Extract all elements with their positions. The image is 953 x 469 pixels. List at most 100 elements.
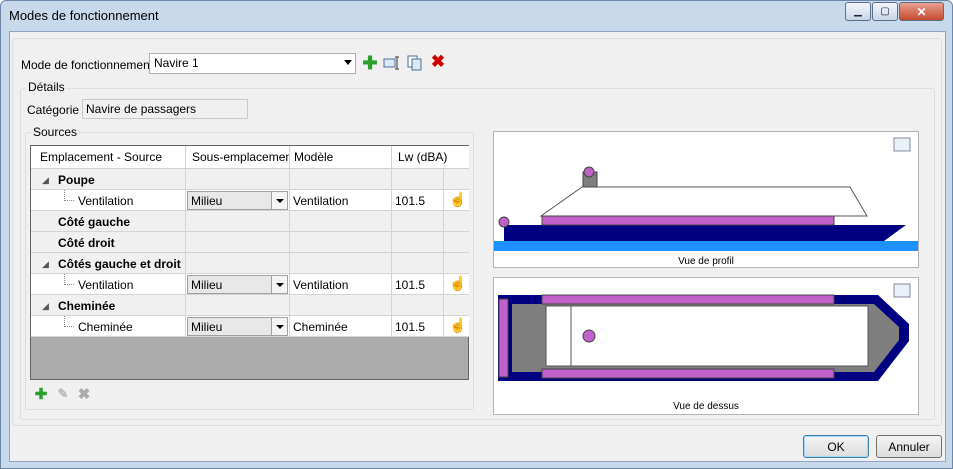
- lw-value: 101.5: [395, 320, 426, 334]
- group-cell[interactable]: ◢ Cheminée: [31, 295, 186, 315]
- hand-pointer-icon[interactable]: ☝: [449, 191, 466, 208]
- edit-source-button[interactable]: ✎: [54, 385, 72, 403]
- source-marker-funnel: [583, 166, 595, 178]
- source-cell[interactable]: Ventilation: [31, 190, 186, 210]
- col-header-lw-text: Lw (dBA): [398, 150, 448, 164]
- water-line: [494, 241, 918, 251]
- model-cell[interactable]: Ventilation: [290, 190, 392, 210]
- lw-cell[interactable]: 101.5: [392, 274, 444, 294]
- image-icon-top[interactable]: [893, 283, 911, 298]
- hand-pointer-icon[interactable]: ☝: [449, 317, 466, 334]
- group-row[interactable]: ◢ Côtés gauche et droit: [31, 253, 469, 274]
- source-marker-stern: [498, 216, 510, 228]
- image-icon[interactable]: [893, 137, 911, 152]
- group-cell-action: [444, 253, 469, 273]
- sub-location-cell[interactable]: Milieu: [186, 190, 290, 210]
- tree-line-h: [64, 326, 74, 327]
- delete-icon: ✖: [430, 52, 446, 71]
- delete-mode-button[interactable]: ✖: [429, 52, 447, 71]
- rename-mode-button[interactable]: [383, 54, 401, 72]
- sources-grid: Emplacement - Source Sous-emplacement Mo…: [30, 145, 469, 380]
- tree-line-h: [64, 284, 74, 285]
- col-header-lw[interactable]: Lw (dBA): [392, 146, 469, 168]
- action-cell[interactable]: ☝: [444, 316, 469, 336]
- chevron-down-icon[interactable]: [271, 318, 287, 335]
- col-header-sub[interactable]: Sous-emplacement: [186, 146, 290, 168]
- add-source-button[interactable]: ✚: [32, 385, 50, 403]
- add-source-icon: ✚: [34, 386, 48, 403]
- group-name: Poupe: [58, 173, 95, 187]
- sub-location-value: Milieu: [191, 278, 223, 292]
- source-cell[interactable]: Cheminée: [31, 316, 186, 336]
- group-cell-action: [444, 169, 469, 189]
- expander-icon[interactable]: ◢: [42, 175, 49, 186]
- details-legend: Détails: [26, 80, 67, 94]
- group-cell-sub: [186, 211, 290, 231]
- table-row[interactable]: Cheminée Milieu Cheminée 101.5 ☝: [31, 316, 469, 337]
- close-window-button[interactable]: ✕: [899, 2, 944, 21]
- lw-value: 101.5: [395, 194, 426, 208]
- minimize-button[interactable]: ▁: [845, 2, 871, 21]
- group-cell[interactable]: ◢ Côtés gauche et droit: [31, 253, 186, 273]
- mode-select[interactable]: Navire 1: [149, 53, 356, 74]
- lw-cell[interactable]: 101.5: [392, 190, 444, 210]
- table-row[interactable]: Ventilation Milieu Ventilation 101.5 ☝: [31, 274, 469, 295]
- action-cell[interactable]: ☝: [444, 274, 469, 294]
- group-row[interactable]: Côté gauche: [31, 211, 469, 232]
- sub-location-select[interactable]: Milieu: [187, 317, 288, 336]
- group-cell[interactable]: Côté droit: [31, 232, 186, 252]
- source-cell[interactable]: Ventilation: [31, 274, 186, 294]
- grid-header: Emplacement - Source Sous-emplacement Mo…: [31, 146, 469, 169]
- group-cell-sub: [186, 253, 290, 273]
- action-cell[interactable]: ☝: [444, 190, 469, 210]
- group-row[interactable]: ◢ Poupe: [31, 169, 469, 190]
- add-mode-button[interactable]: ✚: [361, 53, 379, 73]
- group-row[interactable]: Côté droit: [31, 232, 469, 253]
- copy-mode-button[interactable]: [406, 54, 424, 72]
- source-bar-right: [541, 368, 835, 379]
- hand-pointer-icon[interactable]: ☝: [449, 275, 466, 292]
- group-cell-sub: [186, 295, 290, 315]
- maximize-button[interactable]: ▢: [872, 2, 898, 21]
- source-bar-stern: [498, 298, 509, 378]
- chevron-down-icon[interactable]: [271, 276, 287, 293]
- group-cell[interactable]: Côté gauche: [31, 211, 186, 231]
- dialog-window: Modes de fonctionnement ▁ ▢ ✕ Mode de fo…: [0, 0, 953, 469]
- group-cell-lw: [392, 169, 444, 189]
- sub-location-select[interactable]: Milieu: [187, 191, 288, 210]
- group-name: Cheminée: [58, 299, 116, 313]
- sub-location-cell[interactable]: Milieu: [186, 316, 290, 336]
- top-caption: Vue de dessus: [673, 401, 739, 412]
- expander-icon[interactable]: ◢: [42, 259, 49, 270]
- chevron-down-icon: [344, 60, 352, 65]
- sub-location-select[interactable]: Milieu: [187, 275, 288, 294]
- table-row[interactable]: Ventilation Milieu Ventilation 101.5 ☝: [31, 190, 469, 211]
- sub-location-cell[interactable]: Milieu: [186, 274, 290, 294]
- source-bar-deck: [541, 215, 835, 226]
- lw-cell[interactable]: 101.5: [392, 316, 444, 336]
- model-cell[interactable]: Cheminée: [290, 316, 392, 336]
- group-cell[interactable]: ◢ Poupe: [31, 169, 186, 189]
- top-view-panel: [493, 277, 919, 415]
- group-cell-model: [290, 211, 392, 231]
- group-cell-model: [290, 295, 392, 315]
- group-cell-lw: [392, 211, 444, 231]
- delete-source-button[interactable]: ✖: [75, 385, 93, 403]
- mode-select-value: Navire 1: [154, 56, 199, 70]
- expander-icon[interactable]: ◢: [42, 301, 49, 312]
- close-icon: ✕: [916, 4, 927, 19]
- group-cell-action: [444, 211, 469, 231]
- ok-button[interactable]: OK: [803, 435, 869, 458]
- model-cell[interactable]: Ventilation: [290, 274, 392, 294]
- group-cell-sub: [186, 232, 290, 252]
- cancel-button[interactable]: Annuler: [876, 435, 942, 458]
- source-bar-left: [541, 294, 835, 305]
- pencil-icon: ✎: [57, 386, 69, 401]
- group-row[interactable]: ◢ Cheminée: [31, 295, 469, 316]
- chevron-down-icon[interactable]: [271, 192, 287, 209]
- col-header-source[interactable]: Emplacement - Source: [31, 146, 186, 168]
- col-header-model[interactable]: Modèle: [290, 146, 392, 168]
- window-title: Modes de fonctionnement: [9, 8, 159, 23]
- group-name: Côtés gauche et droit: [58, 257, 181, 271]
- category-field: Navire de passagers: [82, 99, 248, 119]
